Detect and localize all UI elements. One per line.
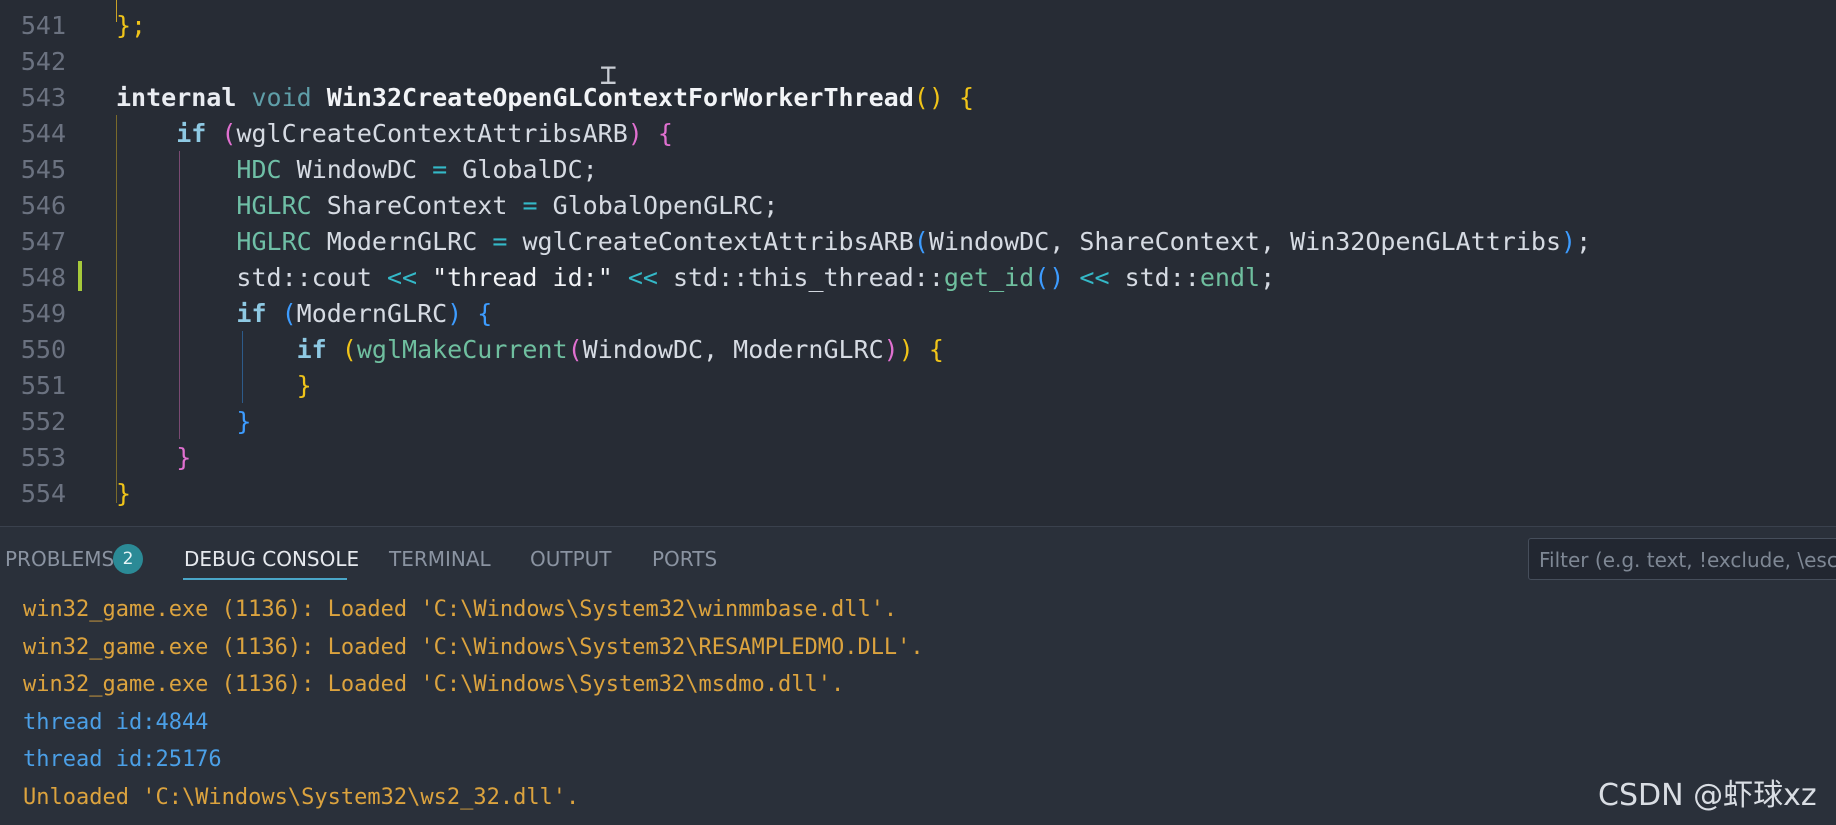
tab-terminal[interactable]: TERMINAL [389,547,491,571]
code-line: 550 if (wglMakeCurrent(WindowDC, ModernG… [20,335,944,364]
filter-input[interactable]: Filter (e.g. text, !exclude, \escape) [1528,538,1836,580]
code-line: 553 } [20,443,192,472]
console-line: Unloaded 'C:\Windows\System32\ws2_32.dll… [23,785,580,810]
code-line: 545 HDC WindowDC = GlobalDC; [20,155,598,184]
bottom-panel: PROBLEMS 2 DEBUG CONSOLE TERMINAL OUTPUT… [0,526,1836,825]
tab-problems[interactable]: PROBLEMS [5,547,114,571]
code-line: 551 } [20,371,312,400]
code-line: 554 } [20,479,132,508]
console-line: win32_game.exe (1136): Loaded 'C:\Window… [23,597,898,622]
code-editor[interactable]: 541 }; 542 543 internal void Win32Create… [0,0,1836,526]
active-tab-indicator [183,578,347,580]
code-line: 541 }; [20,11,147,40]
panel-tabbar: PROBLEMS 2 DEBUG CONSOLE TERMINAL OUTPUT… [0,527,1836,591]
code-line: 546 HGLRC ShareContext = GlobalOpenGLRC; [20,191,779,220]
code-line: 542 [20,47,66,76]
code-line: 544 if (wglCreateContextAttribsARB) { [20,119,673,148]
text-cursor-icon: ⌶ [600,58,617,91]
console-line: win32_game.exe (1136): Loaded 'C:\Window… [23,635,924,660]
code-line: 543 internal void Win32CreateOpenGLConte… [20,83,974,112]
console-line: win32_game.exe (1136): Loaded 'C:\Window… [23,672,845,697]
code-line: 552 } [20,407,252,436]
tab-ports[interactable]: PORTS [652,547,717,571]
console-line: thread id:4844 [23,710,209,735]
problems-count-badge: 2 [113,544,143,574]
code-line: 548 std::cout << "thread id:" << std::th… [20,263,1276,292]
console-line: thread id:25176 [23,747,222,772]
tab-debug-console[interactable]: DEBUG CONSOLE [184,547,359,571]
code-line: 549 if (ModernGLRC) { [20,299,493,328]
tab-output[interactable]: OUTPUT [530,547,612,571]
watermark: CSDN @虾球xz [1598,778,1817,813]
code-line: 547 HGLRC ModernGLRC = wglCreateContextA… [20,227,1592,256]
